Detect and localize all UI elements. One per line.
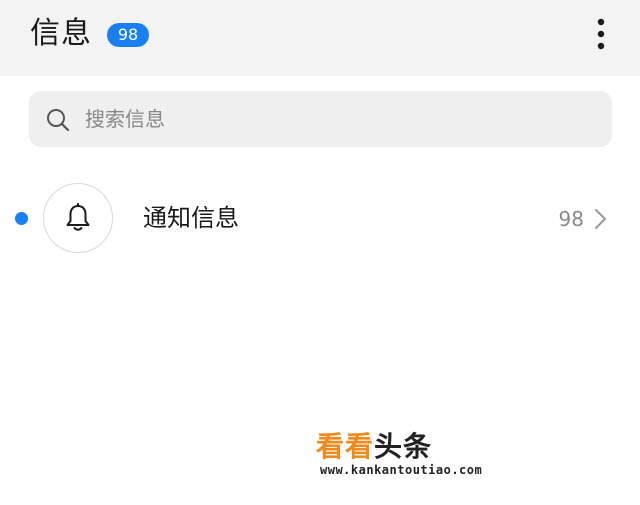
unread-count-badge: 98: [107, 23, 149, 47]
search-icon: [47, 109, 70, 132]
messages-screen: 信息 98 通知信息 98: [0, 0, 640, 505]
watermark-logo: 看看头条: [316, 430, 432, 464]
bell-icon: [66, 203, 90, 231]
avatar: [43, 183, 113, 253]
app-header: 信息 98: [0, 0, 640, 76]
chevron-right-icon: [595, 209, 606, 229]
unread-dot: [15, 212, 28, 225]
more-vertical-icon: [597, 18, 605, 50]
list-item-title: 通知信息: [143, 204, 239, 232]
search-bar[interactable]: [29, 91, 612, 147]
watermark-logo-part1: 看看: [316, 430, 375, 463]
search-input[interactable]: [85, 91, 585, 147]
list-item-notifications[interactable]: 通知信息 98: [0, 175, 640, 263]
watermark: 看看头条 www.kankantoutiao.com: [316, 430, 516, 480]
watermark-logo-part2: 头条: [374, 430, 433, 463]
more-options-button[interactable]: [586, 14, 616, 54]
page-title: 信息: [30, 16, 92, 51]
list-item-count: 98: [558, 207, 584, 231]
watermark-url: www.kankantoutiao.com: [320, 463, 483, 477]
